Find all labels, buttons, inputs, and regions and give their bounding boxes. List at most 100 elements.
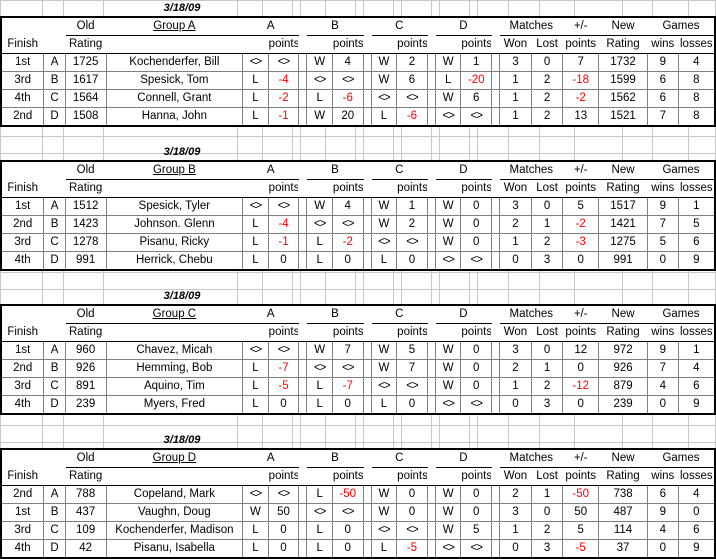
header-plusminus-points: points (562, 467, 600, 486)
header-wins: wins (647, 323, 679, 342)
cell-player-name: Vaughn, Doug (105, 503, 244, 522)
cell-new-rating: 487 (598, 503, 649, 522)
cell-finish: 3rd (0, 71, 45, 90)
column-separator (298, 197, 308, 216)
table-row[interactable]: 3rd B 1617 Spesick, Tom L -4 <> <> W 6 L -20 1 2 -18 15… (0, 71, 716, 90)
cell-self-marker-points: <> (267, 341, 300, 360)
cell-matches-lost: 0 (530, 197, 564, 216)
header-points: points (267, 179, 300, 198)
table-header-row-top: Old Group A A B C D Matches +/- New Games (0, 17, 716, 36)
table-header-row-bottom: Finish Rating points points points points Won L… (0, 179, 716, 198)
cell-finish: 2nd (0, 359, 45, 378)
column-separator (298, 485, 308, 504)
cell-self-marker-points: <> (396, 377, 428, 396)
cell-matches-lost: 2 (530, 377, 564, 396)
table-row[interactable]: 3rd C 891 Aquino, Tim L -5 L -7 <> <> W 0 1 2 -12 879 4 6 (0, 377, 716, 396)
cell-match-result: W (370, 503, 398, 522)
cell-old-rating: 1725 (64, 53, 107, 72)
cell-match-result: L (242, 71, 269, 90)
cell-seed: C (43, 377, 66, 396)
cell-self-marker-points: <> (267, 485, 300, 504)
cell-matches-lost: 1 (530, 485, 564, 504)
header-matches: Matches (499, 449, 564, 468)
table-row[interactable]: 1st B 437 Vaughn, Doug W 50 <> <> W 0 W 0 3 0 50 487 9 0 (0, 503, 716, 522)
header-opponent-d: D (434, 305, 493, 324)
cell-new-rating: 1521 (598, 107, 649, 127)
cell-game-wins: 9 (647, 53, 679, 72)
column-separator (298, 449, 308, 468)
cell-finish: 2nd (0, 485, 45, 504)
cell-match-points: 5 (460, 521, 492, 540)
table-row[interactable]: 4th D 42 Pisanu, Isabella L 0 L 0 L -5 <> <> 0 3 -5 37 0… (0, 539, 716, 559)
cell-matches-won: 3 (499, 53, 532, 72)
cell-plusminus-points: 5 (562, 197, 600, 216)
column-separator (490, 539, 501, 559)
header-new-rating: Rating (598, 179, 649, 198)
header-points: points (331, 467, 364, 486)
cell-plusminus-points: -18 (562, 71, 600, 90)
cell-game-wins: 0 (647, 251, 679, 271)
table-row[interactable]: 3rd C 1278 Pisanu, Ricky L -1 L -2 <> <> W 0 1 2 -3 127… (0, 233, 716, 252)
table-row[interactable]: 4th C 1564 Connell, Grant L -2 L -6 <> <> W 6 1 2 -2 15… (0, 89, 716, 108)
cell-match-points: 0 (460, 215, 492, 234)
cell-player-name: Kochenderfer, Madison (105, 521, 244, 540)
header-old-rating: Rating (64, 35, 107, 54)
column-separator (490, 377, 501, 396)
cell-game-losses: 9 (677, 395, 716, 415)
column-separator (362, 539, 372, 559)
cell-player-name: Johnson. Glenn (105, 215, 244, 234)
cell-game-wins: 4 (647, 377, 679, 396)
cell-game-wins: 7 (647, 107, 679, 127)
cell-game-losses: 4 (677, 359, 716, 378)
table-row[interactable]: 2nd D 1508 Hanna, John L -1 W 20 L -6 <> <> 1 2 13 1521… (0, 107, 716, 127)
cell-player-name: Spesick, Tom (105, 71, 244, 90)
table-gap (0, 127, 716, 144)
cell-new-rating: 1275 (598, 233, 649, 252)
cell-self-marker-points: <> (460, 539, 492, 559)
cell-match-result: L (306, 485, 333, 504)
header-plusminus-points: points (562, 323, 600, 342)
header-blank-result (306, 179, 333, 198)
header-blank-seed2 (43, 323, 66, 342)
cell-match-points: -6 (331, 89, 364, 108)
table-row[interactable]: 1st A 1512 Spesick, Tyler <> <> W 4 W 1 W 0 3 0 5 1517 9… (0, 197, 716, 216)
column-separator (426, 503, 436, 522)
column-separator (426, 467, 436, 486)
table-row[interactable]: 4th D 239 Myers, Fred L 0 L 0 L 0 <> <> 0 3 0 239 0 9 (0, 395, 716, 415)
column-separator (490, 35, 501, 54)
table-row[interactable]: 1st A 1725 Kochenderfer, Bill <> <> W 4 W 2 W 1 3 0 7 1… (0, 53, 716, 72)
cell-match-points: -4 (267, 215, 300, 234)
table-row[interactable]: 4th D 991 Herrick, Chebu L 0 L 0 L 0 <> <> 0 3 0 991 0 9 (0, 251, 716, 271)
cell-self-marker-result: <> (434, 251, 462, 271)
table-row[interactable]: 2nd A 788 Copeland, Mark <> <> L -50 W 0 W 0 2 1 -50 73… (0, 485, 716, 504)
header-blank-result (242, 179, 269, 198)
header-old: Old (64, 305, 107, 324)
cell-old-rating: 42 (64, 539, 107, 559)
cell-match-result: W (434, 233, 462, 252)
cell-game-losses: 6 (677, 521, 716, 540)
header-plusminus: +/- (562, 161, 600, 180)
cell-plusminus-points: 0 (562, 359, 600, 378)
header-points: points (460, 467, 492, 486)
cell-matches-won: 1 (499, 89, 532, 108)
cell-game-losses: 0 (677, 503, 716, 522)
header-opponent-b: B (306, 161, 364, 180)
header-games: Games (647, 161, 716, 180)
cell-match-result: W (434, 197, 462, 216)
column-separator (362, 17, 372, 36)
header-blank-name (105, 35, 244, 54)
table-header-row-bottom: Finish Rating points points points points Won L… (0, 35, 716, 54)
group-results-table: Old Group A A B C D Matches +/- New Games Finish Ra… (0, 16, 716, 127)
table-row[interactable]: 2nd B 1423 Johnson. Glenn L -4 <> <> W 2 W 0 2 1 -2 142… (0, 215, 716, 234)
cell-match-result: L (242, 539, 269, 559)
cell-self-marker-result: <> (306, 71, 333, 90)
column-separator (426, 215, 436, 234)
table-row[interactable]: 1st A 960 Chavez, Micah <> <> W 7 W 5 W 0 3 0 12 972 9 1 (0, 341, 716, 360)
cell-finish: 1st (0, 341, 45, 360)
cell-self-marker-result: <> (370, 233, 398, 252)
cell-game-wins: 0 (647, 539, 679, 559)
table-row[interactable]: 3rd C 109 Kochenderfer, Madison L 0 L 0 <> <> W 5 1 2… (0, 521, 716, 540)
column-separator (362, 503, 372, 522)
cell-match-points: 0 (331, 251, 364, 271)
table-row[interactable]: 2nd B 926 Hemming, Bob L -7 <> <> W 7 W 0 2 1 0 926 7 4 (0, 359, 716, 378)
